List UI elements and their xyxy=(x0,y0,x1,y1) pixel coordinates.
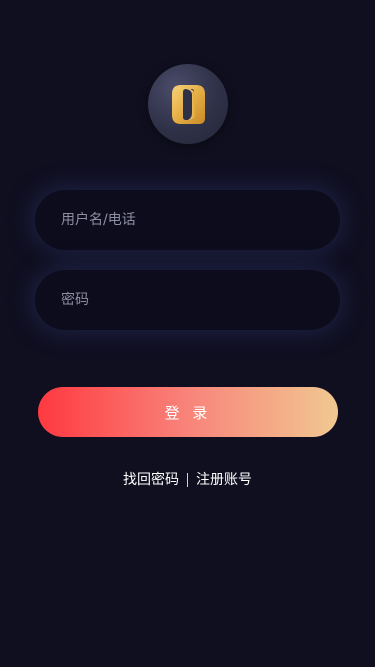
password-field[interactable] xyxy=(35,270,340,330)
register-link[interactable]: 注册账号 xyxy=(196,472,252,488)
forgot-password-link[interactable]: 找回密码 xyxy=(123,472,179,488)
link-divider xyxy=(187,473,188,487)
register-label: 注册账号 xyxy=(196,472,252,488)
logo-mark-icon xyxy=(172,85,205,124)
password-input[interactable] xyxy=(35,270,340,330)
auth-links: 找回密码 注册账号 xyxy=(0,470,375,490)
login-button[interactable]: 登 录 xyxy=(38,387,338,437)
username-input[interactable] xyxy=(35,190,340,250)
username-field[interactable] xyxy=(35,190,340,250)
app-logo xyxy=(148,64,228,144)
forgot-password-label: 找回密码 xyxy=(123,472,179,488)
